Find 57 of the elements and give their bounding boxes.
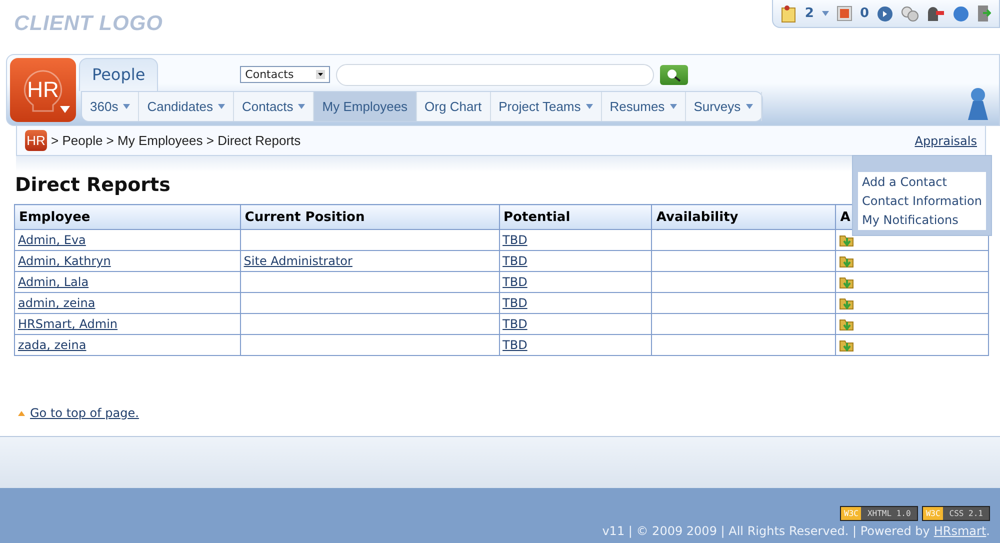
search-button[interactable] <box>660 64 688 84</box>
search-icon <box>666 68 682 82</box>
module-tab[interactable]: People <box>79 58 158 91</box>
dropdown-arrow-icon[interactable] <box>316 70 326 79</box>
page-title: Direct Reports <box>15 174 170 198</box>
nav-tab[interactable]: Org Chart <box>416 92 491 121</box>
nav-tab[interactable]: Surveys <box>686 92 762 121</box>
nav-tab[interactable]: 360s <box>82 92 140 121</box>
menu-item[interactable]: My Notifications <box>862 213 982 227</box>
folder-download-icon[interactable] <box>839 254 854 268</box>
search-scope-select[interactable]: Contacts <box>240 66 330 83</box>
validator-badge[interactable]: W3C CSS 2.1 <box>922 506 990 521</box>
notepad-icon[interactable] <box>780 4 797 22</box>
folder-download-icon[interactable] <box>839 317 854 331</box>
folder-download-icon[interactable] <box>839 275 854 289</box>
caret-icon <box>822 11 829 16</box>
top-of-page-link[interactable]: Go to top of page. <box>30 406 139 420</box>
nav-tab[interactable]: Candidates <box>139 92 234 121</box>
caret-icon <box>298 104 306 109</box>
column-header: Potential <box>499 204 652 230</box>
nav-tab[interactable]: My Employees <box>314 92 417 121</box>
potential-link[interactable]: TBD <box>502 338 528 352</box>
breadcrumb: > People > My Employees > Direct Reports <box>51 133 302 148</box>
person-icon[interactable] <box>967 87 989 121</box>
hr-logo[interactable]: HR <box>10 58 76 122</box>
search-field[interactable] <box>336 64 654 86</box>
potential-link[interactable]: TBD <box>502 317 528 331</box>
validator-badge[interactable]: W3C XHTML 1.0 <box>840 506 918 521</box>
folder-download-icon[interactable] <box>839 296 854 310</box>
hr-badge[interactable]: HR <box>25 130 47 151</box>
speech-bubbles-icon[interactable] <box>901 6 919 22</box>
column-header: Availability <box>652 204 836 230</box>
up-arrow-icon <box>18 410 25 416</box>
nav-tab[interactable]: Resumes <box>602 92 686 121</box>
caret-icon <box>586 104 593 109</box>
column-header: Employee <box>14 204 240 230</box>
mailbox-icon[interactable] <box>927 6 945 22</box>
client-logo: CLIENT LOGO <box>14 12 163 36</box>
potential-link[interactable]: TBD <box>502 296 528 310</box>
notes-count: 2 <box>804 6 814 21</box>
potential-link[interactable]: TBD <box>502 254 528 268</box>
messages-count: 0 <box>860 6 869 21</box>
folder-download-icon[interactable] <box>839 233 854 247</box>
menu-item[interactable]: Add a Contact <box>862 175 982 189</box>
exit-door-icon[interactable] <box>977 5 991 22</box>
caret-icon <box>123 104 130 109</box>
folder-download-icon[interactable] <box>839 338 854 352</box>
nav-tab[interactable]: Project Teams <box>490 92 602 121</box>
footer-text: v11 | © 2009 2009 | All Rights Reserved. | Powered by <box>602 524 930 538</box>
caret-icon <box>746 104 753 109</box>
footer-period: . <box>986 524 990 538</box>
column-header: Current Position <box>240 204 500 230</box>
appraisals-link[interactable]: Appraisals <box>914 134 977 148</box>
potential-link[interactable]: TBD <box>502 275 528 289</box>
caret-icon <box>218 104 225 109</box>
caret-icon <box>670 104 677 109</box>
potential-link[interactable]: TBD <box>502 233 528 247</box>
